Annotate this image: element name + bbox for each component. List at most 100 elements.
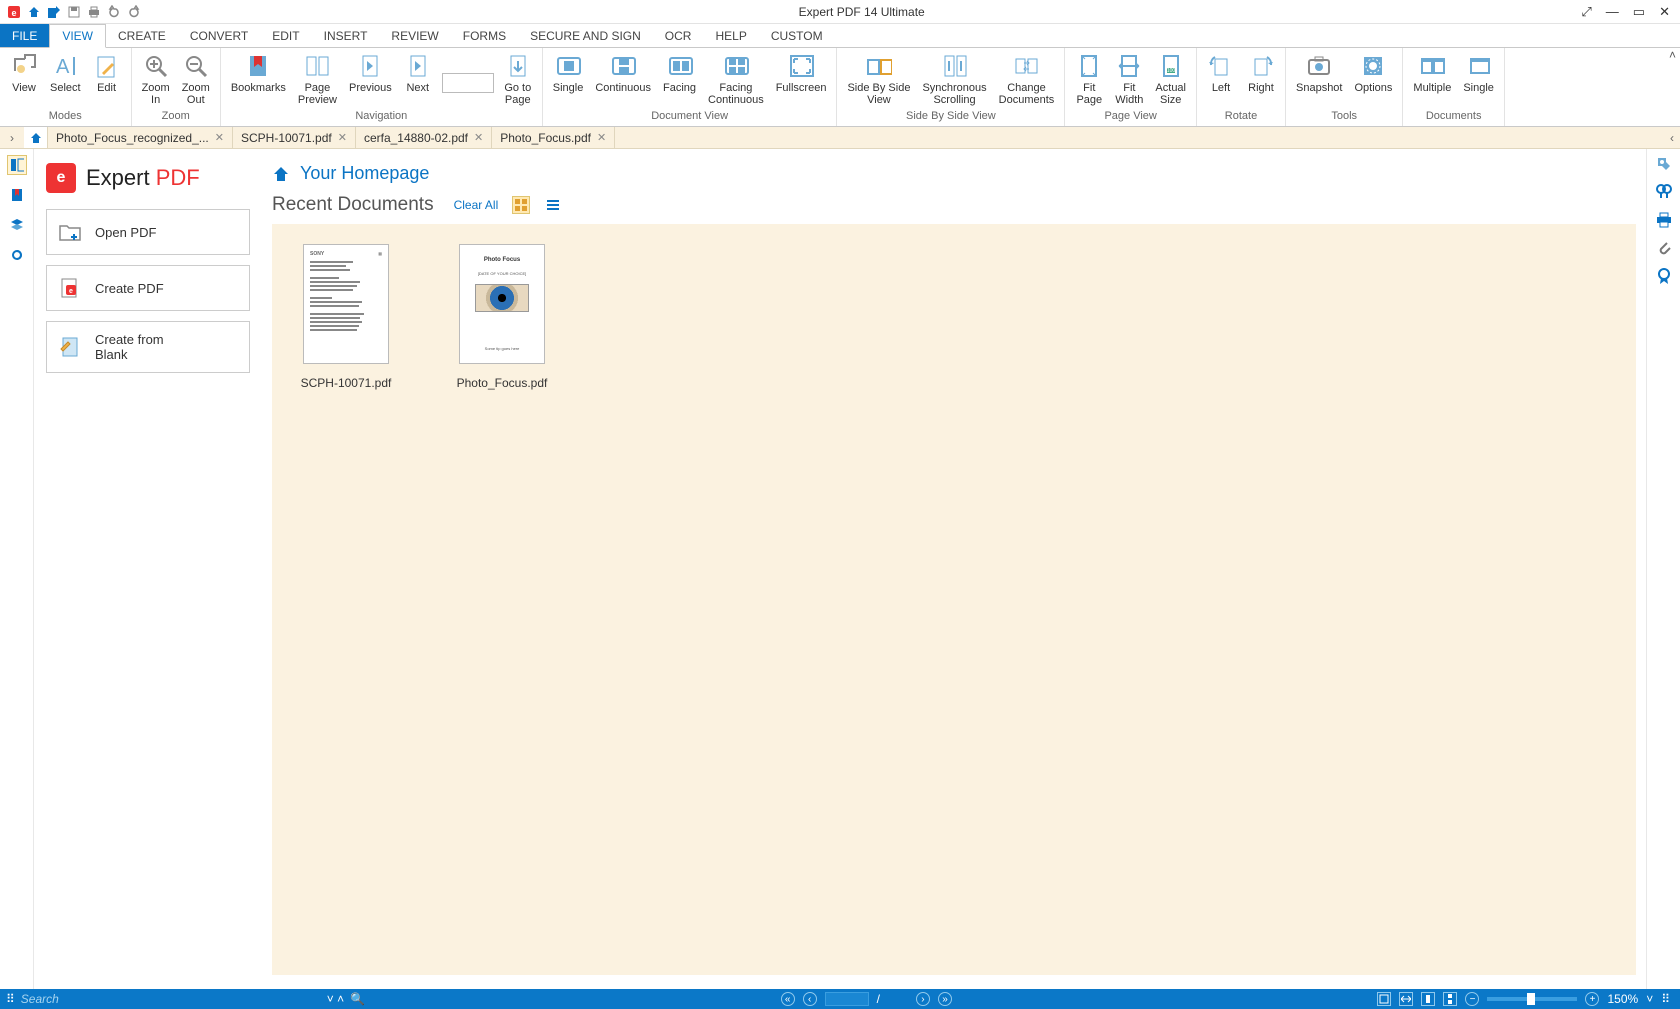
recent-doc[interactable]: Photo Focus [DATE OF YOUR CHOICE] Some t…: [442, 244, 562, 390]
close-tab-icon[interactable]: ✕: [474, 131, 483, 144]
home-icon[interactable]: [26, 4, 42, 20]
search-icon[interactable]: [1655, 183, 1673, 201]
close-tab-icon[interactable]: ✕: [215, 131, 224, 144]
sbs-view-button[interactable]: Side By Side View: [841, 50, 916, 108]
layers-panel-icon[interactable]: [7, 215, 27, 235]
home-sidebar: e Expert PDF Open PDF e Create PDF Creat…: [34, 149, 262, 989]
sync-scroll-button[interactable]: Synchronous Scrolling: [916, 50, 992, 108]
document-tab[interactable]: cerfa_14880-02.pdf✕: [356, 127, 492, 148]
search-input[interactable]: [21, 992, 321, 1006]
tab-create[interactable]: CREATE: [106, 24, 178, 47]
page-number-input[interactable]: [825, 992, 869, 1006]
redo-icon[interactable]: [126, 4, 142, 20]
fit-width-button[interactable]: Fit Width: [1109, 50, 1149, 108]
zoom-level[interactable]: 150%: [1607, 992, 1638, 1006]
zoom-out-button[interactable]: −: [1465, 992, 1479, 1006]
list-view-button[interactable]: [544, 196, 562, 214]
fit-width-status-icon[interactable]: [1399, 992, 1413, 1006]
ribbon-collapse-icon[interactable]: ˄: [1669, 48, 1676, 62]
attachments-panel-icon[interactable]: [7, 245, 27, 265]
grid-view-button[interactable]: [512, 196, 530, 214]
document-tab[interactable]: SCPH-10071.pdf✕: [233, 127, 356, 148]
view-button[interactable]: View: [4, 50, 44, 108]
page-number-input[interactable]: [442, 73, 494, 93]
close-tab-icon[interactable]: ✕: [597, 131, 606, 144]
convert-icon[interactable]: [46, 4, 62, 20]
previous-button[interactable]: Previous: [343, 50, 398, 108]
close-tab-icon[interactable]: ✕: [338, 131, 347, 144]
zoom-in-button[interactable]: +: [1585, 992, 1599, 1006]
print-icon[interactable]: [1655, 211, 1673, 229]
print-icon[interactable]: [86, 4, 102, 20]
fit-page-status-icon[interactable]: [1377, 992, 1391, 1006]
minimize-button[interactable]: —: [1606, 4, 1619, 20]
thumbnails-panel-icon[interactable]: [7, 155, 27, 175]
tab-convert[interactable]: CONVERT: [178, 24, 260, 47]
fullscreen-button[interactable]: Fullscreen: [770, 50, 833, 108]
maximize-button[interactable]: ▭: [1633, 4, 1645, 20]
actual-size-button[interactable]: 100Actual Size: [1149, 50, 1192, 108]
undo-icon[interactable]: [106, 4, 122, 20]
search-go-icon[interactable]: 🔍: [350, 992, 365, 1006]
right-toolbar: [1646, 149, 1680, 989]
search-options-icon[interactable]: ˅ ˄: [327, 992, 344, 1006]
fit-page-button[interactable]: Fit Page: [1069, 50, 1109, 108]
recent-doc[interactable]: SONY▦: [286, 244, 406, 390]
document-tab[interactable]: Photo_Focus_recognized_...✕: [48, 127, 233, 148]
single-button[interactable]: Single: [547, 50, 590, 108]
options-button[interactable]: Options: [1348, 50, 1398, 108]
tab-secure-and-sign[interactable]: SECURE AND SIGN: [518, 24, 653, 47]
tab-insert[interactable]: INSERT: [312, 24, 380, 47]
snapshot-icon: [1305, 52, 1333, 80]
document-tab[interactable]: Photo_Focus.pdf✕: [492, 127, 615, 148]
last-page-button[interactable]: »: [938, 992, 952, 1006]
clear-all-link[interactable]: Clear All: [454, 198, 499, 212]
next-page-button[interactable]: ›: [916, 992, 930, 1006]
multiple-button[interactable]: Multiple: [1407, 50, 1457, 108]
edit-button[interactable]: Edit: [87, 50, 127, 108]
close-button[interactable]: ✕: [1659, 4, 1670, 20]
ribbon-display-icon[interactable]: ⤢: [1581, 4, 1591, 20]
change-docs-button[interactable]: Change Documents: [993, 50, 1061, 108]
create-pdf-button[interactable]: e Create PDF: [46, 265, 250, 311]
open-pdf-button[interactable]: Open PDF: [46, 209, 250, 255]
snapshot-button[interactable]: Snapshot: [1290, 50, 1348, 108]
panel-expand-icon[interactable]: ›: [0, 131, 24, 145]
tab-help[interactable]: HELP: [703, 24, 758, 47]
tab-custom[interactable]: CUSTOM: [759, 24, 835, 47]
select-button[interactable]: ASelect: [44, 50, 87, 108]
single-page-status-icon[interactable]: [1421, 992, 1435, 1006]
prev-page-button[interactable]: ‹: [803, 992, 817, 1006]
continuous-status-icon[interactable]: [1443, 992, 1457, 1006]
zoom-in-button[interactable]: Zoom In: [136, 50, 176, 108]
first-page-button[interactable]: «: [781, 992, 795, 1006]
zoom-dropdown-icon[interactable]: ˅: [1646, 992, 1653, 1006]
rotate-left-button[interactable]: Left: [1201, 50, 1241, 108]
tab-ocr[interactable]: OCR: [653, 24, 704, 47]
next-button[interactable]: Next: [398, 50, 438, 108]
bookmarks-panel-icon[interactable]: [7, 185, 27, 205]
home-tab[interactable]: [24, 127, 48, 148]
goto-button[interactable]: Go to Page: [498, 50, 538, 108]
continuous-button[interactable]: Continuous: [589, 50, 657, 108]
bookmarks-icon: [244, 52, 272, 80]
zoom-out-button[interactable]: Zoom Out: [176, 50, 216, 108]
certificate-icon[interactable]: [1655, 267, 1673, 285]
create-blank-button[interactable]: Create from Blank: [46, 321, 250, 373]
facing-button[interactable]: Facing: [657, 50, 702, 108]
single-doc-button[interactable]: Single: [1457, 50, 1500, 108]
tab-view[interactable]: VIEW: [49, 24, 106, 48]
tab-review[interactable]: REVIEW: [379, 24, 450, 47]
page-preview-button[interactable]: Page Preview: [292, 50, 343, 108]
tab-file[interactable]: FILE: [0, 24, 49, 47]
rotate-right-button[interactable]: Right: [1241, 50, 1281, 108]
save-icon[interactable]: [66, 4, 82, 20]
attach-icon[interactable]: [1655, 239, 1673, 257]
right-panel-collapse-icon[interactable]: ‹: [1670, 131, 1680, 145]
tab-edit[interactable]: EDIT: [260, 24, 311, 47]
facing-cont-button[interactable]: Facing Continuous: [702, 50, 770, 108]
tab-forms[interactable]: FORMS: [451, 24, 518, 47]
properties-icon[interactable]: [1655, 155, 1673, 173]
zoom-slider[interactable]: [1487, 997, 1577, 1001]
bookmarks-button[interactable]: Bookmarks: [225, 50, 292, 108]
